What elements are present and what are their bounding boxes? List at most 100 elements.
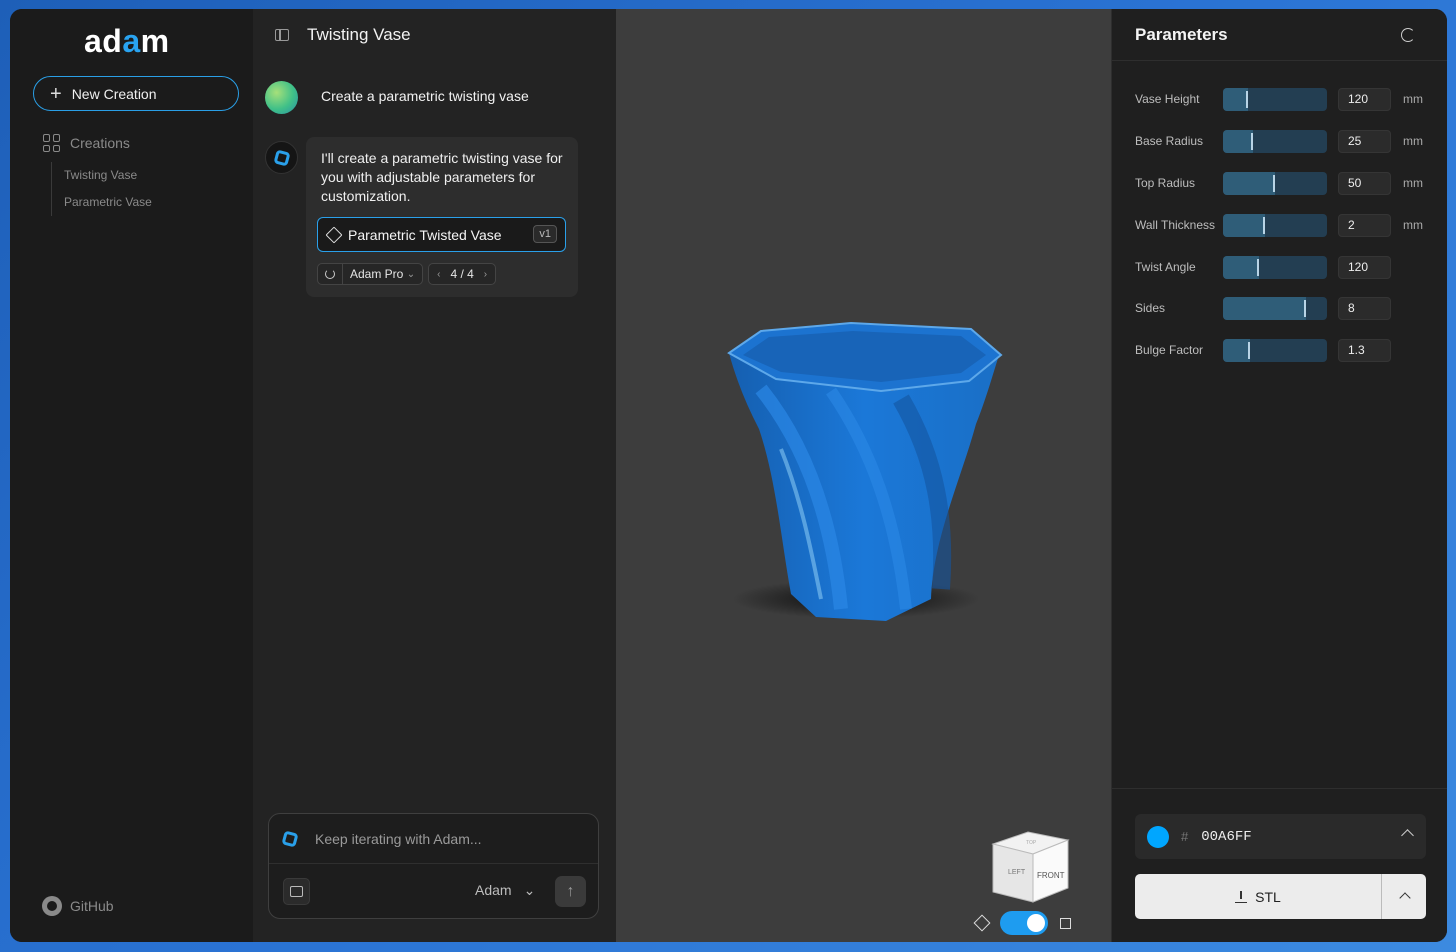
download-icon	[1235, 890, 1248, 903]
parameter-value-input[interactable]: 120	[1338, 255, 1391, 279]
parameter-slider[interactable]	[1223, 87, 1327, 111]
parameter-label: Wall Thickness	[1135, 217, 1216, 232]
vase-model[interactable]	[721, 309, 1011, 629]
chevron-up-icon	[1399, 892, 1411, 904]
color-hex-value[interactable]: 00A6FF	[1201, 829, 1251, 845]
slider-fill	[1223, 255, 1260, 279]
slider-thumb[interactable]	[1251, 132, 1254, 150]
logo-text-start: ad	[84, 23, 123, 59]
model-select[interactable]: Adam ⌄	[475, 882, 535, 899]
sidebar-toggle-icon[interactable]	[275, 29, 289, 41]
parameter-value-input[interactable]: 8	[1338, 296, 1391, 320]
slider-thumb[interactable]	[1245, 90, 1248, 108]
reset-icon[interactable]	[1401, 28, 1415, 42]
parameter-label: Sides	[1135, 300, 1166, 315]
slider-fill	[1223, 338, 1251, 362]
divider	[1112, 788, 1447, 789]
parameter-slider[interactable]	[1223, 171, 1327, 195]
parameter-slider[interactable]	[1223, 129, 1327, 153]
creation-item-twisting-vase[interactable]: Twisting Vase	[64, 162, 152, 189]
parameter-row: Bulge Factor 1.3	[1135, 338, 1435, 362]
arrow-up-icon: ↑	[566, 882, 575, 900]
slider-fill	[1223, 296, 1307, 320]
parameter-value-input[interactable]: 1.3	[1338, 338, 1391, 362]
slider-thumb[interactable]	[1257, 258, 1260, 276]
adam-logo-icon	[272, 148, 291, 167]
view-mode-toggle[interactable]	[1000, 911, 1048, 935]
creations-list: Twisting Vase Parametric Vase	[51, 162, 152, 216]
app-window: adam + New Creation Creations Twisting V…	[10, 9, 1447, 942]
parameter-label: Bulge Factor	[1135, 342, 1204, 357]
user-avatar	[265, 81, 298, 114]
logo-text-accent: a	[122, 23, 141, 59]
new-creation-button[interactable]: + New Creation	[33, 76, 239, 111]
parameters-panel: Parameters Vase Height 120 mm Base Radius 25…	[1111, 9, 1447, 942]
hash-symbol: #	[1181, 829, 1189, 844]
parameter-unit: mm	[1403, 176, 1423, 190]
image-icon	[290, 886, 303, 897]
chevron-left-icon[interactable]: ‹	[437, 269, 440, 280]
send-button[interactable]: ↑	[555, 876, 586, 907]
github-label: GitHub	[70, 898, 114, 914]
creations-heading-label: Creations	[70, 135, 130, 151]
chevron-up-icon	[1401, 829, 1414, 842]
color-swatch[interactable]	[1147, 825, 1169, 848]
slider-fill	[1223, 171, 1275, 195]
attach-image-button[interactable]	[283, 878, 310, 905]
perspective-icon	[973, 914, 991, 932]
creations-heading[interactable]: Creations	[43, 134, 130, 152]
parameter-row: Vase Height 120 mm	[1135, 87, 1435, 111]
github-link[interactable]: GitHub	[42, 896, 114, 916]
creation-item-parametric-vase[interactable]: Parametric Vase	[64, 189, 152, 216]
parameter-value-input[interactable]: 50	[1338, 171, 1391, 195]
3d-viewport[interactable]: LEFT FRONT TOP	[616, 9, 1111, 942]
parameter-value-input[interactable]: 120	[1338, 87, 1391, 111]
model-dropdown[interactable]: Adam Pro ⌄	[342, 264, 422, 284]
grid-icon	[43, 134, 61, 152]
chat-input-row	[269, 814, 598, 864]
adam-logo[interactable]: adam	[84, 23, 170, 60]
view-cube[interactable]: LEFT FRONT TOP	[988, 824, 1073, 909]
parameter-slider[interactable]	[1223, 338, 1327, 362]
parameter-value-input[interactable]: 2	[1338, 213, 1391, 237]
sidebar: adam + New Creation Creations Twisting V…	[10, 9, 253, 942]
version-badge: v1	[533, 225, 557, 243]
slider-thumb[interactable]	[1262, 216, 1265, 234]
regenerate-button[interactable]	[318, 264, 342, 284]
parameter-row: Top Radius 50 mm	[1135, 171, 1435, 195]
assistant-message-text: I'll create a parametric twisting vase f…	[321, 150, 563, 204]
adam-avatar	[265, 141, 298, 174]
version-pager: ‹ 4 / 4 ›	[428, 263, 497, 285]
color-picker[interactable]: # 00A6FF	[1135, 814, 1426, 859]
slider-thumb[interactable]	[1248, 341, 1251, 359]
chat-input[interactable]	[315, 830, 555, 847]
export-label: STL	[1255, 888, 1281, 905]
export-stl-button[interactable]: STL	[1135, 874, 1381, 919]
view-cube-top-label: TOP	[1026, 840, 1037, 846]
model-chip-label: Adam Pro	[350, 267, 404, 281]
message-controls: Adam Pro ⌄ ‹ 4 / 4 ›	[317, 263, 497, 285]
parameter-row: Twist Angle 120	[1135, 255, 1435, 279]
model-chip: Adam Pro ⌄	[317, 263, 424, 285]
assistant-message: I'll create a parametric twisting vase f…	[306, 137, 578, 297]
parameter-label: Top Radius	[1135, 175, 1196, 190]
chevron-down-icon: ⌄	[523, 882, 536, 898]
slider-thumb[interactable]	[1304, 299, 1307, 317]
parameter-row: Sides 8	[1135, 296, 1435, 320]
parameter-slider[interactable]	[1223, 255, 1327, 279]
export-options-button[interactable]	[1381, 874, 1426, 919]
artifact-card[interactable]: Parametric Twisted Vase v1	[317, 217, 566, 252]
chat-title: Twisting Vase	[307, 25, 411, 44]
parameter-label: Twist Angle	[1135, 259, 1196, 274]
chat-panel: Twisting Vase Create a parametric twisti…	[253, 9, 616, 942]
orthographic-icon	[1060, 917, 1071, 929]
chevron-down-icon: ⌄	[406, 268, 416, 280]
chevron-right-icon[interactable]: ›	[484, 269, 487, 280]
chat-input-box: Adam ⌄ ↑	[268, 813, 599, 919]
view-cube-front-label: FRONT	[1037, 871, 1065, 880]
parameter-value-input[interactable]: 25	[1338, 129, 1391, 153]
slider-thumb[interactable]	[1273, 174, 1275, 192]
parameter-slider[interactable]	[1223, 213, 1327, 237]
parameter-unit: mm	[1403, 92, 1423, 106]
parameter-slider[interactable]	[1223, 296, 1327, 320]
